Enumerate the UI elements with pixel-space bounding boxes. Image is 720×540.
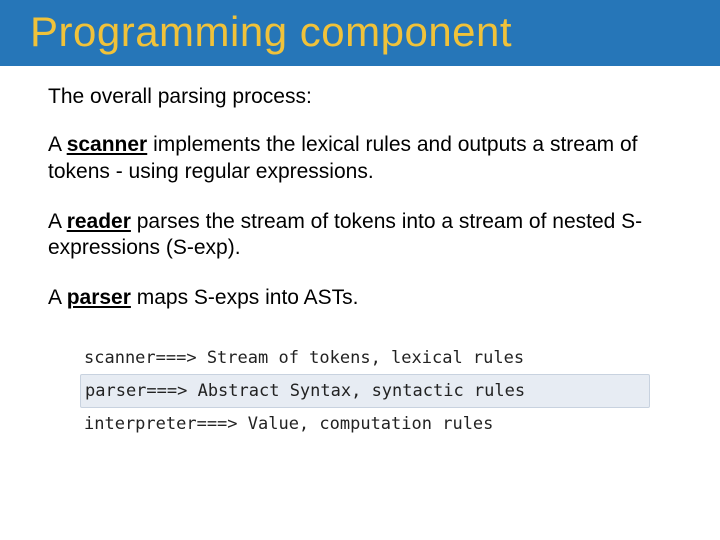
lead-text: A: [48, 286, 67, 309]
term-parser: parser: [67, 286, 131, 309]
code-block: scanner===> Stream of tokens, lexical ru…: [0, 336, 720, 440]
rest-text: maps S-exps into ASTs.: [131, 286, 359, 309]
paragraph-reader: A reader parses the stream of tokens int…: [48, 209, 672, 262]
lead-text: A: [48, 210, 67, 233]
slide-body: The overall parsing process: A scanner i…: [0, 66, 720, 312]
code-line-interpreter: interpreter===> Value, computation rules: [80, 408, 650, 440]
code-line-scanner: scanner===> Stream of tokens, lexical ru…: [80, 342, 650, 374]
paragraph-parser: A parser maps S-exps into ASTs.: [48, 285, 672, 311]
slide: Programming component The overall parsin…: [0, 0, 720, 540]
lead-text: A: [48, 133, 67, 156]
title-bar: Programming component: [0, 0, 720, 66]
paragraph-scanner: A scanner implements the lexical rules a…: [48, 132, 672, 185]
term-scanner: scanner: [67, 133, 148, 156]
slide-title: Programming component: [30, 8, 690, 56]
term-reader: reader: [67, 210, 131, 233]
code-line-parser: parser===> Abstract Syntax, syntactic ru…: [80, 374, 650, 408]
intro-text: The overall parsing process:: [48, 84, 672, 110]
rest-text: parses the stream of tokens into a strea…: [48, 210, 642, 259]
